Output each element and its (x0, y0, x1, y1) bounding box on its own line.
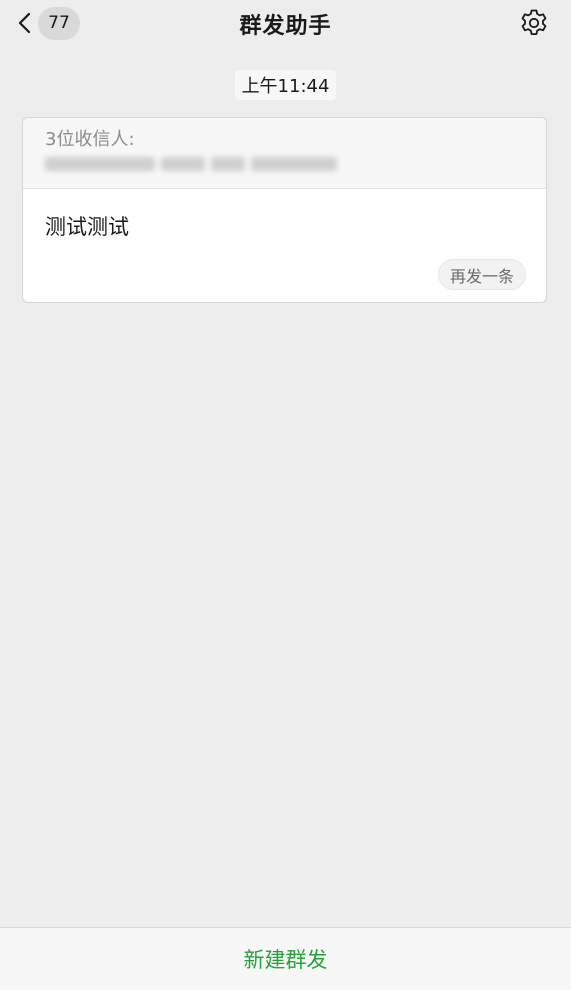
new-broadcast-button[interactable]: 新建群发 (0, 944, 571, 974)
page-title: 群发助手 (239, 14, 332, 39)
resend-button[interactable]: 再发一条 (437, 259, 526, 290)
recipients-count-label: 3位收信人: (45, 129, 135, 150)
broadcast-message-card: 3位收信人: 测试测试 再发一条 (22, 117, 547, 303)
blurred-name (251, 157, 337, 171)
bottom-bar: 新建群发 (0, 927, 571, 990)
nav-bar: 77 群发助手 (0, 0, 571, 46)
blurred-name (45, 157, 155, 171)
recipients-section: 3位收信人: (23, 118, 546, 189)
recipients-names-blurred (45, 154, 524, 174)
message-content: 测试测试 (45, 215, 129, 239)
gear-icon[interactable] (519, 8, 549, 38)
blurred-name (161, 157, 205, 171)
blurred-name (211, 157, 245, 171)
message-timestamp: 上午11:44 (234, 70, 337, 100)
